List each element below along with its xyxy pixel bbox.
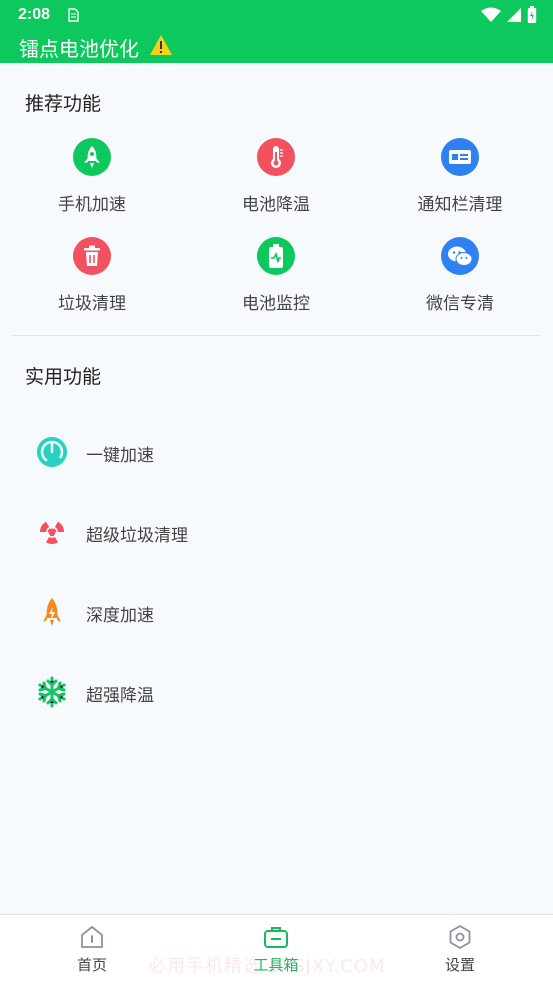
rec-item-label: 垃圾清理 <box>58 294 126 314</box>
rec-item-notification-clean[interactable]: 通知栏清理 <box>368 138 552 218</box>
sim-card-icon <box>68 8 79 22</box>
trash-icon <box>73 237 111 275</box>
radiation-icon <box>39 521 65 545</box>
wechat-icon <box>441 237 479 275</box>
utilities-section-title: 实用功能 <box>25 366 102 388</box>
status-bar: 2:08 <box>0 0 553 30</box>
rec-item-label: 通知栏清理 <box>417 195 503 215</box>
rocket-icon <box>73 138 111 176</box>
nav-settings[interactable]: 设置 <box>368 915 552 984</box>
warning-icon[interactable] <box>149 34 173 56</box>
app-title: 镭点电池优化 <box>19 37 139 61</box>
wifi-icon <box>481 7 501 22</box>
rec-item-junk-clean[interactable]: 垃圾清理 <box>0 237 184 317</box>
util-item-label: 深度加速 <box>86 606 154 626</box>
toolbox-icon <box>264 927 288 948</box>
rec-item-label: 电池降温 <box>242 195 310 215</box>
util-item-super-junk-clean[interactable]: 超级垃圾清理 <box>0 501 553 561</box>
battery-icon <box>527 6 537 23</box>
rec-item-phone-boost[interactable]: 手机加速 <box>0 138 184 218</box>
util-item-label: 超级垃圾清理 <box>86 526 188 546</box>
util-item-super-cooling[interactable]: 超强降温 <box>0 661 553 721</box>
rec-item-wechat-clean[interactable]: 微信专清 <box>368 237 552 317</box>
settings-icon <box>449 925 471 949</box>
battery-monitor-icon <box>257 237 295 275</box>
rec-item-battery-monitor[interactable]: 电池监控 <box>184 237 368 317</box>
signal-icon <box>507 8 521 22</box>
util-item-label: 一键加速 <box>86 446 154 466</box>
speedometer-icon <box>37 437 67 467</box>
notification-card-icon <box>441 138 479 176</box>
util-item-deep-boost[interactable]: 深度加速 <box>0 581 553 641</box>
watermark: 必用手机精选 BYSJXY.COM <box>148 956 386 977</box>
rec-item-label: 手机加速 <box>58 195 126 215</box>
status-time: 2:08 <box>18 6 51 23</box>
snowflake-icon <box>38 676 66 708</box>
section-divider <box>12 335 541 336</box>
util-item-one-key-boost[interactable]: 一键加速 <box>0 421 553 481</box>
rec-item-battery-cooling[interactable]: 电池降温 <box>184 138 368 218</box>
thermometer-icon <box>257 138 295 176</box>
rec-item-label: 微信专清 <box>426 294 494 314</box>
flame-rocket-icon <box>43 598 61 626</box>
recommended-section-title: 推荐功能 <box>25 93 102 115</box>
nav-settings-label: 设置 <box>444 956 475 974</box>
util-item-label: 超强降温 <box>86 686 154 706</box>
home-icon <box>81 926 103 948</box>
rec-item-label: 电池监控 <box>242 294 310 314</box>
app-bar: 镭点电池优化 <box>0 30 553 63</box>
